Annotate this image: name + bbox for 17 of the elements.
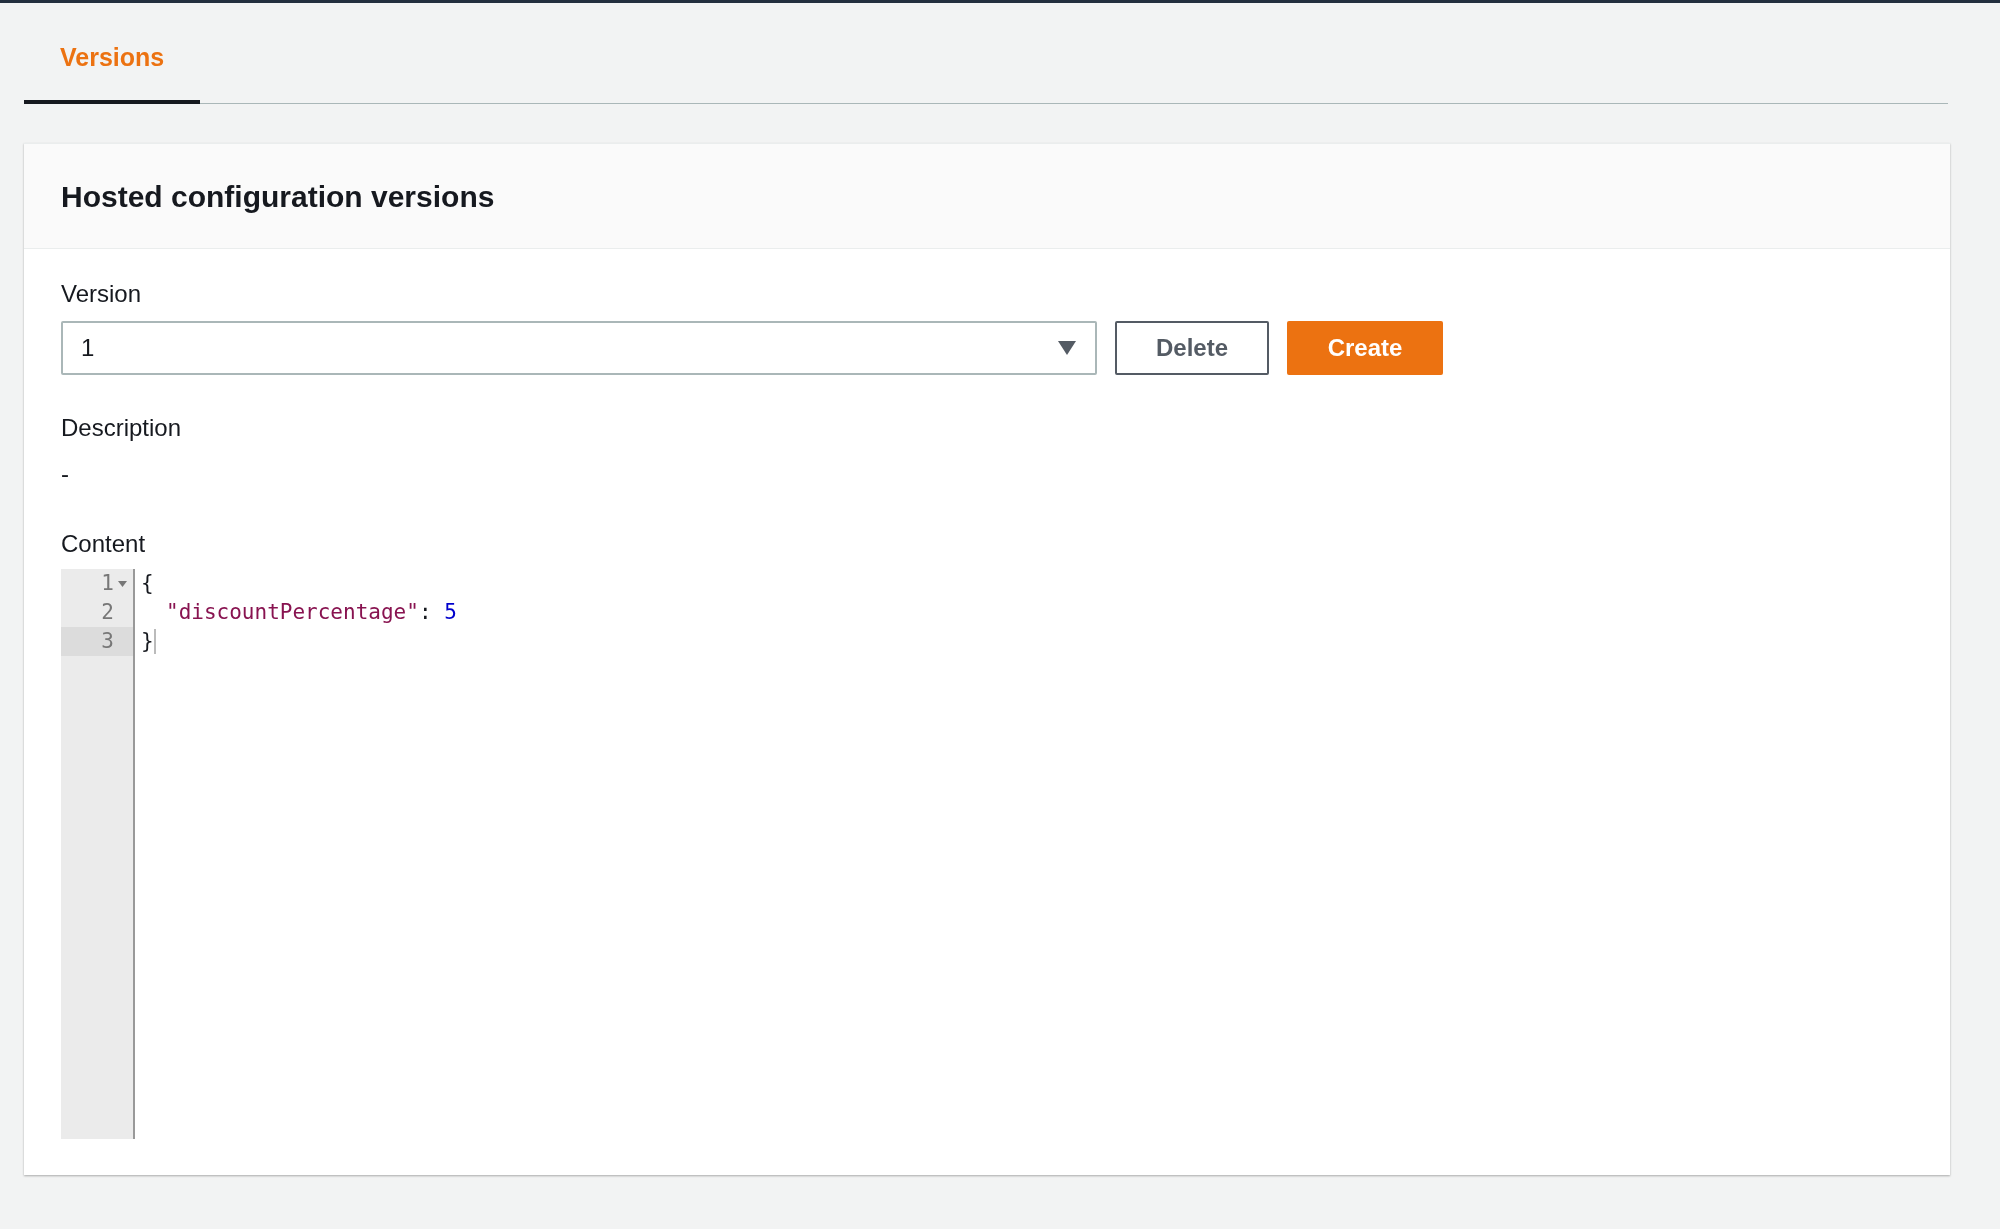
field-label: Content bbox=[61, 529, 147, 559]
code-editor[interactable]: 1 2 3 { "discountPercentage": 5 } bbox=[61, 569, 1913, 1139]
code-line: } bbox=[141, 627, 154, 655]
field-label: Description bbox=[61, 413, 183, 443]
code-line: { bbox=[141, 569, 154, 597]
version-select[interactable]: 1 bbox=[61, 321, 1097, 375]
caret-down-icon bbox=[1057, 340, 1077, 356]
description-value: - bbox=[61, 459, 69, 489]
text-cursor bbox=[153, 629, 156, 654]
line-number: 3 bbox=[101, 627, 114, 655]
line-number: 1 bbox=[101, 569, 114, 597]
code-line: "discountPercentage": 5 bbox=[166, 598, 457, 626]
field-label: Version bbox=[61, 279, 143, 309]
fold-icon[interactable] bbox=[118, 580, 127, 587]
panel-title: Hosted configuration versions bbox=[61, 178, 495, 215]
line-number: 2 bbox=[101, 598, 114, 626]
delete-button[interactable]: Delete bbox=[1115, 321, 1269, 375]
